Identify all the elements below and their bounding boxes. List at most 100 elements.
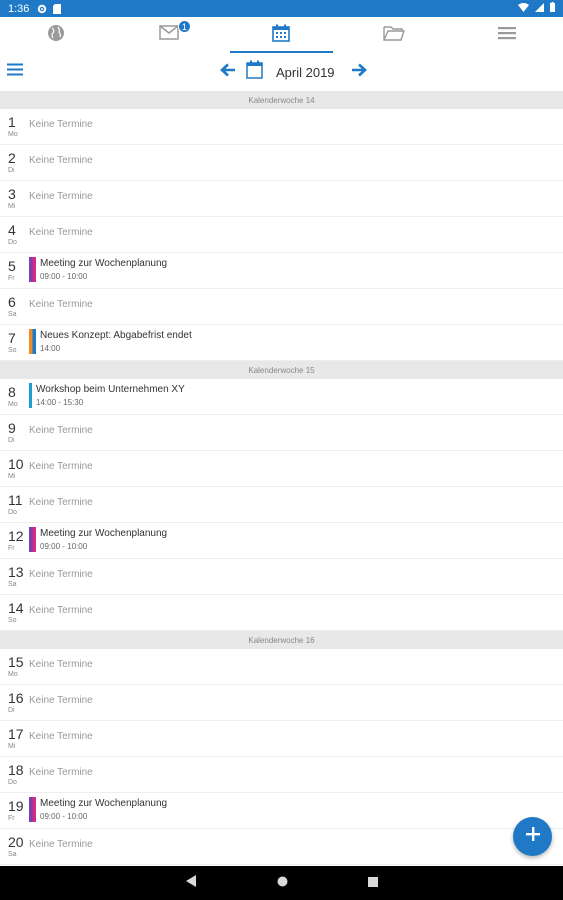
no-events-label: Keine Termine [29,425,93,436]
tab-globe[interactable] [0,17,113,53]
day-row[interactable]: 6 Sa Keine Termine [0,289,563,325]
day-number: 5 [8,258,16,274]
day-row[interactable]: 18 Do Keine Termine [0,757,563,793]
no-events-label: Keine Termine [29,569,93,580]
week-header: Kalenderwoche 16 [0,631,563,649]
weekday-label: So [8,617,17,624]
weekday-label: Fr [8,275,15,282]
event-time: 14:00 - 15:30 [36,398,84,407]
system-nav-bar [0,866,563,900]
tab-menu[interactable] [450,17,563,53]
tab-mail[interactable]: 1 [113,17,226,53]
day-number: 16 [8,690,24,706]
no-events-label: Keine Termine [29,731,93,742]
day-row[interactable]: 16 Di Keine Termine [0,685,563,721]
weekday-label: Fr [8,815,15,822]
week-header: Kalenderwoche 15 [0,361,563,379]
no-events-label: Keine Termine [29,461,93,472]
event-title[interactable]: Workshop beim Unternehmen XY [36,384,185,395]
weekday-label: Do [8,239,17,246]
day-row[interactable]: 14 So Keine Termine [0,595,563,631]
weekday-label: Sa [8,311,17,318]
event-color-bar [29,527,36,552]
hamburger-menu-button[interactable] [6,63,24,81]
day-row[interactable]: 4 Do Keine Termine [0,217,563,253]
day-row[interactable]: 15 Mo Keine Termine [0,649,563,685]
weekday-label: Di [8,707,15,714]
day-row[interactable]: 8 Mo Workshop beim Unternehmen XY 14:00 … [0,379,563,415]
no-events-label: Keine Termine [29,299,93,310]
calendar-icon [272,24,291,47]
plus-icon [525,827,540,846]
no-events-label: Keine Termine [29,191,93,202]
no-events-label: Keine Termine [29,695,93,706]
day-row[interactable]: 20 Sa Keine Termine [0,829,563,865]
day-row[interactable]: 1 Mo Keine Termine [0,109,563,145]
day-number: 11 [8,492,23,508]
event-title[interactable]: Meeting zur Wochenplanung [40,258,167,269]
tab-folder[interactable] [338,17,451,53]
back-triangle-icon [185,874,197,891]
day-row[interactable]: 5 Fr Meeting zur Wochenplanung 09:00 - 1… [0,253,563,289]
day-row[interactable]: 2 Di Keine Termine [0,145,563,181]
event-title[interactable]: Neues Konzept: Abgabefrist endet [40,330,192,341]
day-row[interactable]: 3 Mi Keine Termine [0,181,563,217]
day-number: 20 [8,834,24,850]
weekday-label: Mi [8,473,16,480]
day-row[interactable]: 13 Sa Keine Termine [0,559,563,595]
day-row[interactable]: 11 Do Keine Termine [0,487,563,523]
day-number: 19 [8,798,24,814]
no-events-label: Keine Termine [29,659,93,670]
event-color-bar [29,329,36,354]
next-month-button[interactable] [349,62,369,82]
hamburger-icon [7,63,23,81]
calendar-date-icon [246,60,263,84]
previous-month-button[interactable] [218,62,238,82]
weekday-label: Di [8,167,15,174]
no-events-label: Keine Termine [29,839,93,850]
day-number: 14 [8,600,24,616]
event-color-bar [29,797,36,822]
add-event-button[interactable] [513,817,552,856]
no-events-label: Keine Termine [29,497,93,508]
current-month-label[interactable]: April 2019 [276,65,335,80]
day-number: 13 [8,564,24,580]
event-title[interactable]: Meeting zur Wochenplanung [40,528,167,539]
battery-icon [550,2,555,15]
day-number: 10 [8,456,24,472]
no-events-label: Keine Termine [29,605,93,616]
event-color-bar [29,383,32,408]
status-bar: 1:36 [0,0,563,17]
agenda-list: Kalenderwoche 14 1 Mo Keine Termine 2 Di… [0,91,563,866]
recents-button[interactable] [367,874,378,892]
arrow-left-icon [220,63,236,82]
weekday-label: Sa [8,581,17,588]
back-button[interactable] [185,874,197,892]
status-time: 1:36 [8,2,30,15]
day-row[interactable]: 12 Fr Meeting zur Wochenplanung 09:00 - … [0,523,563,559]
event-time: 14:00 [40,344,61,353]
tab-calendar[interactable] [225,17,338,53]
weekday-label: Mo [8,401,18,408]
recents-square-icon [367,874,378,891]
home-button[interactable] [277,874,288,892]
weekday-label: Sa [8,851,17,858]
day-row[interactable]: 9 Di Keine Termine [0,415,563,451]
day-row[interactable]: 17 Mi Keine Termine [0,721,563,757]
day-row[interactable]: 7 So Neues Konzept: Abgabefrist endet 14… [0,325,563,361]
folder-icon [383,25,406,46]
weekday-label: Fr [8,545,15,552]
event-time: 09:00 - 10:00 [40,812,88,821]
event-color-bar [29,257,36,282]
weekday-label: Do [8,509,17,516]
day-number: 9 [8,420,16,436]
day-number: 12 [8,528,24,544]
calendar-header: April 2019 [0,53,563,91]
weekday-label: Mi [8,743,16,750]
weekday-label: Mi [8,203,16,210]
event-title[interactable]: Meeting zur Wochenplanung [40,798,167,809]
day-row[interactable]: 10 Mi Keine Termine [0,451,563,487]
date-picker-button[interactable] [246,60,264,84]
top-tab-bar: 1 [0,17,563,53]
day-row[interactable]: 19 Fr Meeting zur Wochenplanung 09:00 - … [0,793,563,829]
